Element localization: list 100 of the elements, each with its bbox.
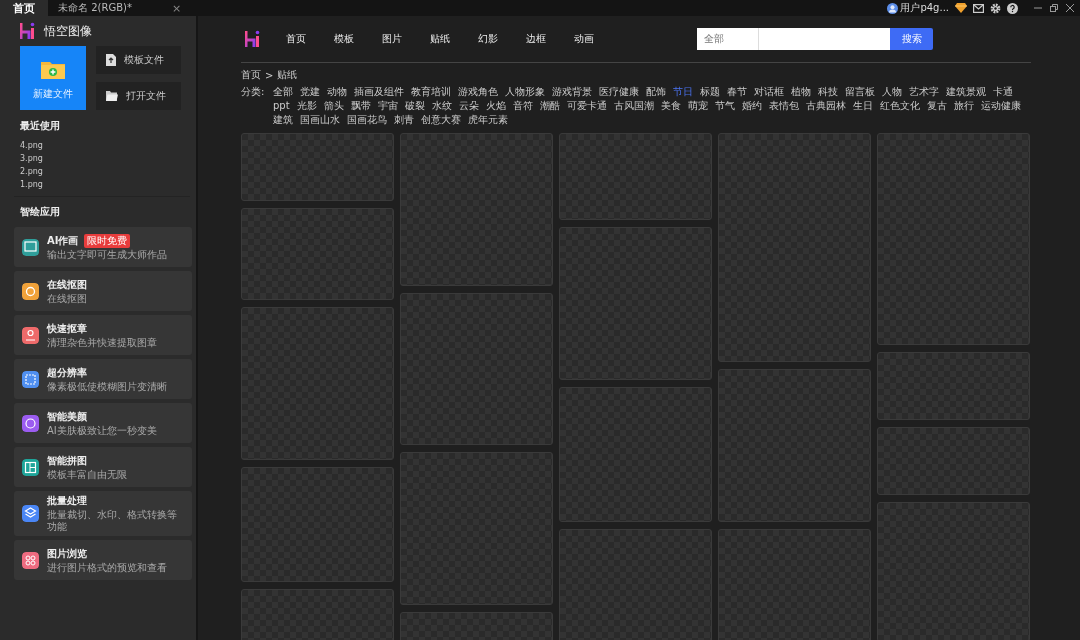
app-card[interactable]: 超分辨率 像素极低使模糊图片变清晰 [14,359,192,399]
category-link[interactable]: 创意大赛 [421,113,461,127]
breadcrumb-link[interactable]: 贴纸 [277,68,298,82]
recent-file-link[interactable]: 1.png [20,180,43,189]
help-icon[interactable] [1007,2,1018,14]
sticker-thumbnail[interactable] [241,467,394,582]
category-link[interactable]: 游戏背景 [552,85,592,99]
sticker-thumbnail[interactable] [718,529,871,640]
category-link[interactable]: 刺青 [394,113,414,127]
mail-icon[interactable] [973,3,984,13]
category-link[interactable]: 表情包 [768,99,799,113]
category-link[interactable]: 旅行 [953,99,974,113]
category-link[interactable]: 可爱卡通 [566,99,607,113]
category-link[interactable]: 宇宙 [377,99,398,113]
category-link[interactable]: 建筑景观 [946,85,986,99]
app-card[interactable]: 图片浏览 进行图片格式的预览和查看 [14,540,192,580]
category-link[interactable]: 光影 [296,99,317,113]
category-link[interactable]: 全部 [273,85,293,99]
open-file-button[interactable]: 打开文件 [96,82,181,110]
category-link[interactable]: 破裂 [404,99,425,113]
app-card[interactable]: 在线抠图 在线抠图 [14,271,192,311]
category-link[interactable]: 游戏角色 [458,85,498,99]
category-link[interactable]: 红色文化 [879,99,920,113]
sticker-thumbnail[interactable] [400,452,553,605]
category-link[interactable]: 配饰 [646,85,666,99]
sticker-thumbnail[interactable] [559,133,712,220]
category-link[interactable]: 音符 [512,99,533,113]
sticker-thumbnail[interactable] [400,133,553,286]
gem-icon[interactable] [955,3,967,13]
app-card[interactable]: 批量处理 批量裁切、水印、格式转换等功能 [14,491,192,536]
nav-link[interactable]: 首页 [286,32,334,46]
category-link[interactable]: ppt [273,99,290,113]
avatar-icon[interactable] [887,2,899,14]
nav-link[interactable]: 边框 [526,32,574,46]
category-link[interactable]: 教育培训 [411,85,451,99]
category-link[interactable]: 人物形象 [505,85,545,99]
app-card[interactable]: AI作画 限时免费 输出文字即可生成大师作品 [14,227,192,267]
minimize-icon[interactable] [1034,4,1042,12]
category-link[interactable]: 运动健康 [980,99,1021,113]
sticker-thumbnail[interactable] [241,589,394,640]
document-tab[interactable]: 首页 [0,0,48,16]
breadcrumb-link[interactable]: 首页 [241,68,261,82]
category-link[interactable]: 留言板 [845,85,875,99]
category-link[interactable]: 虎年元素 [468,113,508,127]
sticker-thumbnail[interactable] [400,293,553,445]
restore-icon[interactable] [1050,4,1058,12]
category-link[interactable]: 复古 [926,99,947,113]
category-link[interactable]: 节日 [673,85,693,99]
category-link[interactable]: 箭头 [323,99,344,113]
category-link[interactable]: 标题 [700,85,720,99]
sticker-thumbnail[interactable] [559,529,712,640]
sticker-thumbnail[interactable] [241,307,394,460]
template-file-button[interactable]: 模板文件 [96,46,181,74]
sticker-thumbnail[interactable] [877,352,1030,420]
nav-link[interactable]: 模板 [334,32,382,46]
category-link[interactable]: 插画及组件 [354,85,404,99]
sticker-thumbnail[interactable] [241,208,394,300]
category-link[interactable]: 艺术字 [909,85,939,99]
app-card[interactable]: 智能美颜 AI美肤极致让您一秒变美 [14,403,192,443]
sticker-thumbnail[interactable] [718,133,871,362]
sticker-thumbnail[interactable] [241,133,394,201]
recent-file-link[interactable]: 4.png [20,141,43,150]
category-link[interactable]: 水纹 [431,99,452,113]
category-link[interactable]: 国画花鸟 [347,113,387,127]
sticker-thumbnail[interactable] [877,427,1030,495]
category-link[interactable]: 医疗健康 [599,85,639,99]
category-link[interactable]: 春节 [727,85,747,99]
app-card[interactable]: 智能拼图 模板丰富自由无限 [14,447,192,487]
category-link[interactable]: 科技 [818,85,838,99]
category-link[interactable]: 党建 [300,85,320,99]
app-card[interactable]: 快速抠章 清理杂色并快速提取图章 [14,315,192,355]
search-field[interactable] [759,28,890,50]
recent-file-link[interactable]: 2.png [20,167,43,176]
user-name[interactable]: 用户p4g... [900,1,949,15]
search-button[interactable]: 搜索 [890,28,933,50]
category-link[interactable]: 潮酷 [539,99,560,113]
category-link[interactable]: 动物 [327,85,347,99]
nav-link[interactable]: 图片 [382,32,430,46]
category-link[interactable]: 飘带 [350,99,371,113]
scope-dropdown[interactable]: 全部 [697,28,759,50]
category-link[interactable]: 卡通 [993,85,1013,99]
category-link[interactable]: 国画山水 [300,113,340,127]
category-link[interactable]: 建筑 [273,113,293,127]
category-link[interactable]: 植物 [791,85,811,99]
sticker-thumbnail[interactable] [559,387,712,522]
close-icon[interactable] [1066,4,1074,12]
category-link[interactable]: 美食 [660,99,681,113]
nav-link[interactable]: 动画 [574,32,622,46]
category-link[interactable]: 婚约 [741,99,762,113]
category-link[interactable]: 人物 [882,85,902,99]
category-link[interactable]: 萌宠 [687,99,708,113]
category-link[interactable]: 古风国潮 [613,99,654,113]
category-link[interactable]: 节气 [714,99,735,113]
recent-file-link[interactable]: 3.png [20,154,43,163]
category-link[interactable]: 生日 [852,99,873,113]
new-file-button[interactable]: 新建文件 [20,46,86,110]
category-link[interactable]: 对话框 [754,85,784,99]
category-link[interactable]: 火焰 [485,99,506,113]
sticker-thumbnail[interactable] [877,133,1030,345]
nav-link[interactable]: 幻影 [478,32,526,46]
